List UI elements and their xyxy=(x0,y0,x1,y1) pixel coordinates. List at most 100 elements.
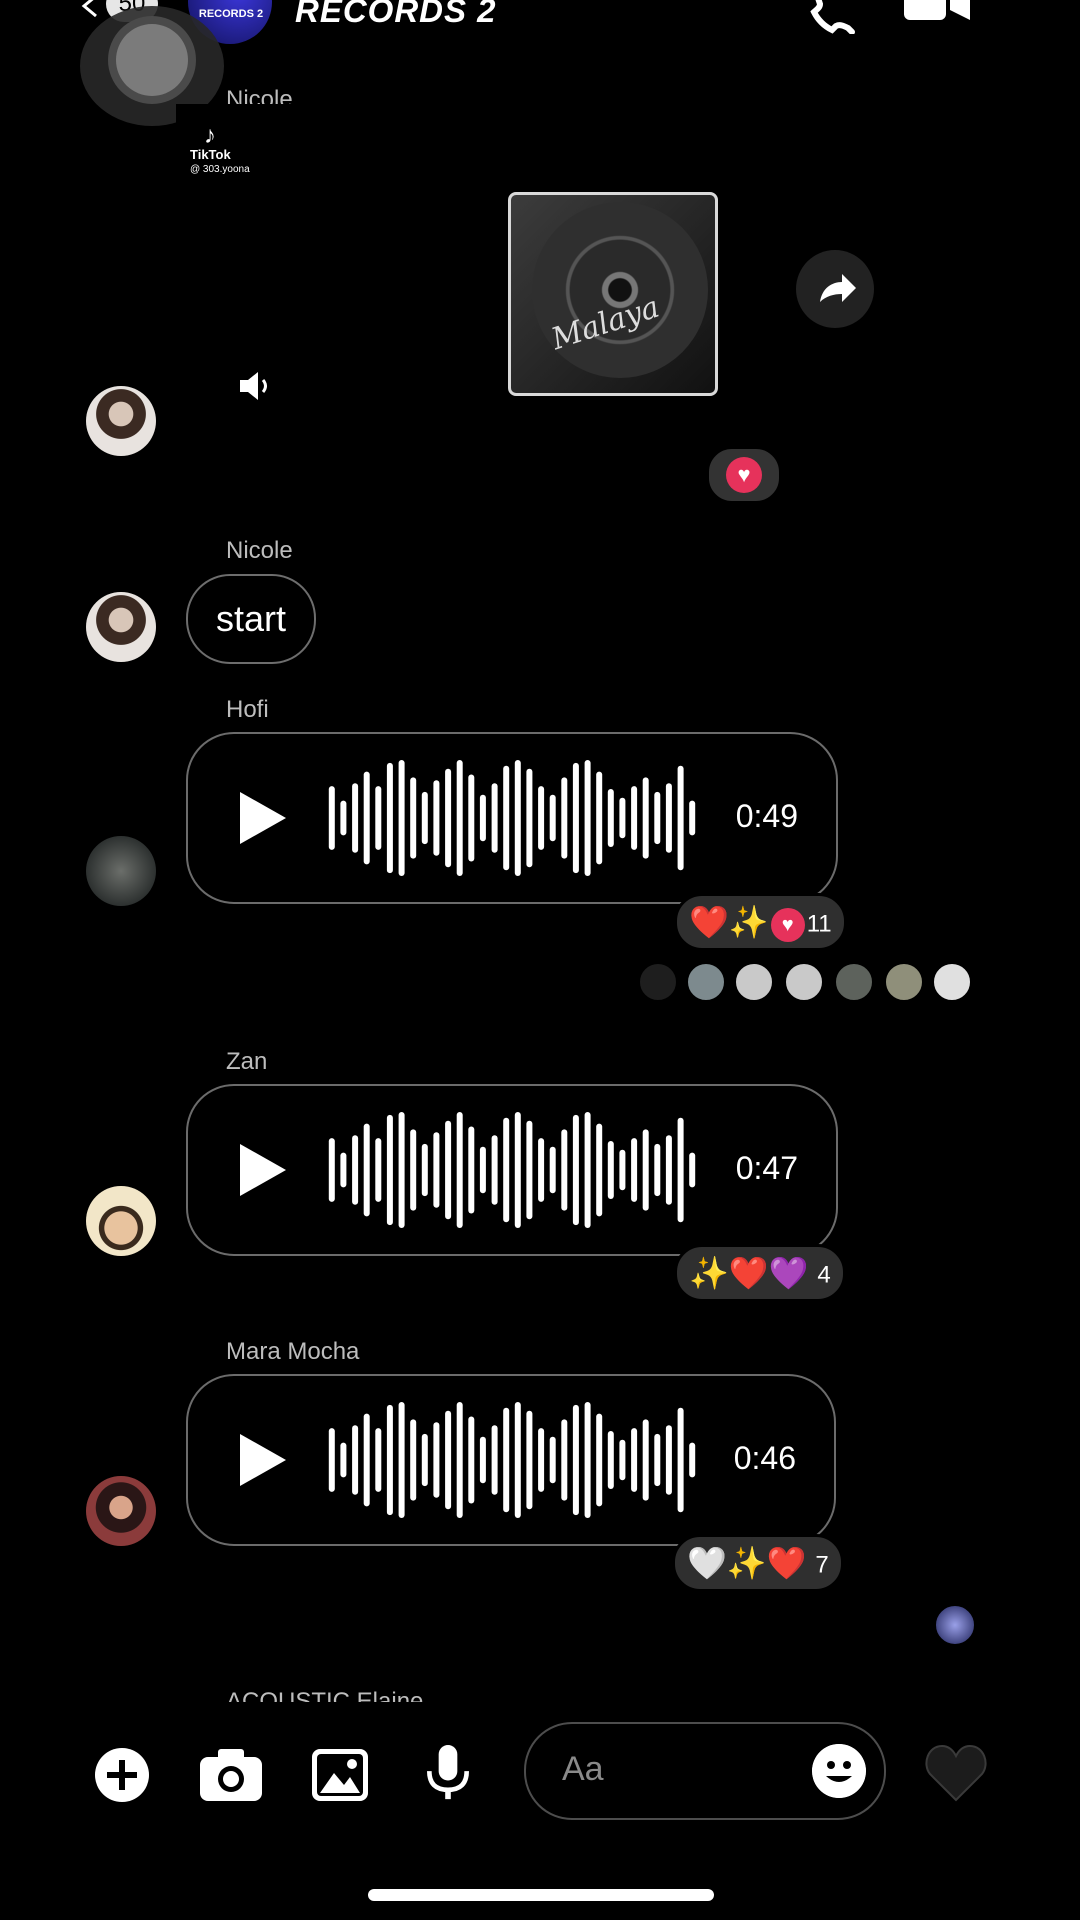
sender-name: Nicole xyxy=(226,537,293,564)
chevron-left-icon[interactable] xyxy=(78,0,102,18)
waveform-bar xyxy=(456,1402,463,1518)
speaker-icon[interactable] xyxy=(236,368,272,404)
camera-icon[interactable] xyxy=(200,1747,262,1803)
image-icon[interactable] xyxy=(312,1747,368,1803)
waveform-bar xyxy=(410,1419,417,1501)
waveform-bar xyxy=(549,1436,556,1484)
emoji-icon[interactable] xyxy=(812,1744,866,1798)
waveform-bar xyxy=(328,1138,335,1202)
avatar[interactable] xyxy=(86,1476,156,1546)
waveform-bar xyxy=(386,762,393,874)
black-heart-icon[interactable] xyxy=(924,1742,988,1802)
waveform-bar xyxy=(607,789,614,847)
waveform-bar xyxy=(456,760,463,876)
waveform-bar xyxy=(596,1413,603,1507)
microphone-icon[interactable] xyxy=(420,1745,476,1801)
waveform-bar xyxy=(654,791,661,845)
tiktok-label: TikTok xyxy=(190,147,231,162)
waveform-bar xyxy=(352,1135,359,1205)
play-icon[interactable] xyxy=(240,792,286,844)
play-icon[interactable] xyxy=(240,1144,286,1196)
waveform-bar xyxy=(456,1112,463,1228)
seen-avatar xyxy=(934,1604,976,1646)
tiktok-watermark: ♪ TikTok @ 303.yoona xyxy=(190,124,250,176)
waveform-bar xyxy=(421,1143,428,1197)
message-reaction[interactable]: ♥ xyxy=(706,446,782,504)
waveform-bar xyxy=(549,1146,556,1194)
share-button[interactable] xyxy=(796,250,874,328)
seen-avatar xyxy=(686,962,726,1002)
text-message-bubble[interactable]: start xyxy=(186,574,317,664)
waveform-bar xyxy=(433,780,440,856)
reaction-count: 7 xyxy=(815,1551,829,1579)
reaction-emojis: ✨❤️💜 xyxy=(689,1255,809,1291)
waveform-bar xyxy=(363,1413,370,1507)
waveform-bar xyxy=(561,777,568,859)
waveform-bar xyxy=(503,1117,510,1223)
phone-icon[interactable] xyxy=(800,0,856,34)
waveform-bar xyxy=(572,1404,579,1516)
seen-avatar xyxy=(932,962,972,1002)
waveform-bar xyxy=(421,1433,428,1487)
message-reactions[interactable]: 🤍✨❤️ 7 xyxy=(672,1534,844,1592)
waveform-bar xyxy=(445,768,452,868)
waveform-bar xyxy=(410,1129,417,1211)
waveform-bar xyxy=(340,1152,347,1188)
waveform-bar xyxy=(352,1425,359,1495)
voice-message[interactable]: 0:46 xyxy=(186,1374,836,1546)
waveform-bar xyxy=(514,1112,521,1228)
voice-message[interactable]: 0:49 xyxy=(186,732,838,904)
avatar[interactable] xyxy=(86,592,156,662)
waveform-bar xyxy=(526,1410,533,1510)
video-camera-icon[interactable] xyxy=(904,0,970,26)
home-indicator xyxy=(368,1889,714,1901)
seen-avatar xyxy=(784,962,824,1002)
waveform-bar xyxy=(468,1126,475,1214)
waveform-bar xyxy=(619,1439,626,1481)
waveform-bar xyxy=(538,1428,545,1492)
avatar[interactable] xyxy=(86,1186,156,1256)
waveform-bar xyxy=(479,1436,486,1484)
waveform-bar xyxy=(421,791,428,845)
waveform-bar xyxy=(596,1123,603,1217)
sender-name: ACOUSTIC Elaine xyxy=(226,1688,424,1702)
avatar[interactable] xyxy=(86,836,156,906)
reaction-count: 11 xyxy=(806,910,832,938)
waveform-bar xyxy=(677,765,684,871)
sender-name: Hofi xyxy=(226,696,269,723)
waveform-bar xyxy=(491,1135,498,1205)
waveform-bar xyxy=(607,1141,614,1199)
sender-name: Zan xyxy=(226,1048,268,1075)
waveform-bar xyxy=(561,1419,568,1501)
waveform-bar xyxy=(561,1129,568,1211)
waveform-bar xyxy=(526,768,533,868)
waveform-bar xyxy=(363,1123,370,1217)
reaction-count: 4 xyxy=(817,1261,831,1289)
avatar[interactable] xyxy=(86,386,156,456)
plus-circle-icon[interactable] xyxy=(94,1747,150,1803)
waveform-bar xyxy=(572,762,579,874)
waveform-bar xyxy=(514,1402,521,1518)
waveform-bar xyxy=(445,1120,452,1220)
waveform-bar xyxy=(665,783,672,853)
waveform-bar xyxy=(398,1112,405,1228)
seen-avatar xyxy=(734,962,774,1002)
waveform-bar xyxy=(340,800,347,836)
seen-avatar xyxy=(884,962,924,1002)
waveform-bar xyxy=(468,1416,475,1504)
waveform-bar xyxy=(526,1120,533,1220)
heart-reaction-icon: ♥ xyxy=(726,457,762,493)
message-reactions[interactable]: ✨❤️💜 4 xyxy=(674,1244,846,1302)
waveform-bar xyxy=(503,765,510,871)
play-icon[interactable] xyxy=(240,1434,286,1486)
group-avatar-text: RECORDS 2 xyxy=(198,8,264,20)
chat-title[interactable]: RECORDS 2 xyxy=(295,0,497,30)
waveform-bar xyxy=(352,783,359,853)
waveform-bar xyxy=(689,800,696,836)
waveform-bar xyxy=(375,786,382,850)
waveform-bar xyxy=(410,777,417,859)
waveform-bar xyxy=(665,1135,672,1205)
waveform-bar xyxy=(654,1143,661,1197)
voice-message[interactable]: 0:47 xyxy=(186,1084,838,1256)
message-reactions[interactable]: ❤️✨ ♥ 11 xyxy=(674,893,847,951)
